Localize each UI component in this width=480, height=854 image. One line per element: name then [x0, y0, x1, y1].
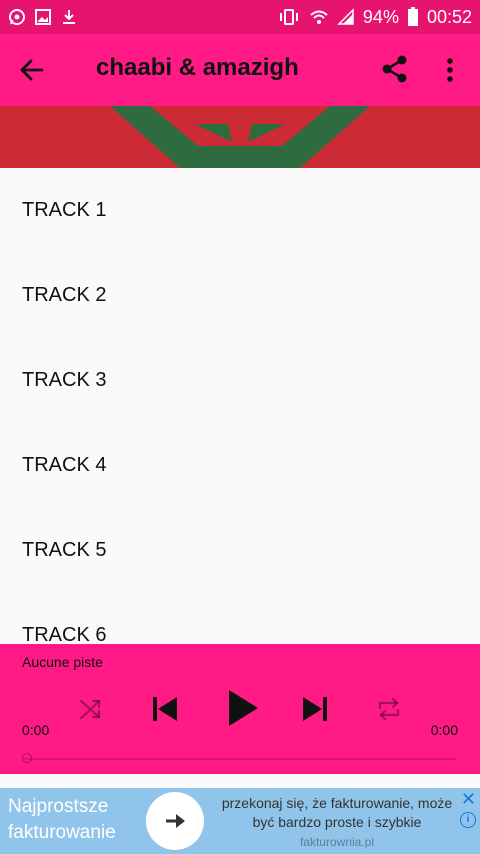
list-item[interactable]: TRACK 2	[0, 253, 480, 338]
signal-icon	[337, 8, 354, 25]
ad-body-text[interactable]: przekonaj się, że fakturowanie, może być…	[212, 794, 462, 832]
track-list: TRACK 1 TRACK 2 TRACK 3 TRACK 4 TRACK 5 …	[0, 168, 480, 644]
ad-headline[interactable]: Najprostsze fakturowanie	[8, 794, 148, 846]
skip-next-icon[interactable]	[300, 694, 330, 724]
track-label: TRACK 1	[22, 199, 107, 221]
list-item[interactable]: TRACK 6	[0, 593, 480, 644]
battery-percent: 94%	[362, 6, 399, 27]
ad-banner[interactable]: Najprostsze fakturowanie przekonaj się, …	[0, 788, 480, 854]
ad-close-icon[interactable]: ✕	[461, 790, 476, 808]
image-icon	[35, 9, 51, 25]
track-label: TRACK 5	[22, 539, 107, 561]
ad-info-icon[interactable]: i	[460, 812, 476, 828]
shuffle-icon[interactable]	[78, 696, 104, 722]
share-icon[interactable]	[380, 54, 410, 84]
vibrate-icon	[279, 9, 298, 25]
elapsed-time: 0:00	[22, 722, 50, 738]
track-label: TRACK 2	[22, 284, 107, 306]
list-item[interactable]: TRACK 1	[0, 168, 480, 253]
list-item[interactable]: TRACK 5	[0, 508, 480, 593]
seek-thumb[interactable]	[22, 753, 32, 763]
arrow-right-icon	[166, 814, 185, 828]
track-label: TRACK 4	[22, 454, 107, 476]
clock: 00:52	[426, 6, 472, 27]
track-label: TRACK 3	[22, 369, 107, 391]
battery-icon	[407, 7, 418, 26]
page-title: chaabi & amazigh	[96, 54, 299, 81]
track-label: TRACK 6	[22, 624, 107, 644]
now-playing-label: Aucune piste	[22, 654, 103, 670]
repeat-icon[interactable]	[376, 696, 402, 722]
flag-star-graphic	[0, 106, 480, 168]
wifi-icon	[310, 10, 328, 24]
player-panel: Aucune piste 0:00 0:00	[0, 644, 480, 774]
duration-time: 0:00	[430, 722, 458, 738]
seek-bar[interactable]	[24, 758, 456, 760]
status-system-icons: 94% 00:52	[277, 7, 472, 28]
skip-previous-icon[interactable]	[150, 694, 180, 724]
app-bar: chaabi & amazigh	[0, 34, 480, 106]
moroccan-flag-banner	[0, 106, 480, 168]
status-notification-icons	[8, 8, 78, 26]
back-arrow-icon[interactable]	[18, 56, 46, 84]
ad-domain: fakturownia.pl	[299, 835, 375, 849]
download-icon	[63, 10, 75, 24]
list-item[interactable]: TRACK 4	[0, 423, 480, 508]
ad-go-button[interactable]	[146, 792, 204, 850]
divider	[0, 774, 480, 788]
whatsapp-icon	[9, 9, 25, 25]
status-bar: 94% 00:52	[0, 0, 480, 34]
more-options-icon[interactable]	[440, 56, 460, 84]
list-item[interactable]: TRACK 3	[0, 338, 480, 423]
play-icon[interactable]	[226, 688, 260, 728]
